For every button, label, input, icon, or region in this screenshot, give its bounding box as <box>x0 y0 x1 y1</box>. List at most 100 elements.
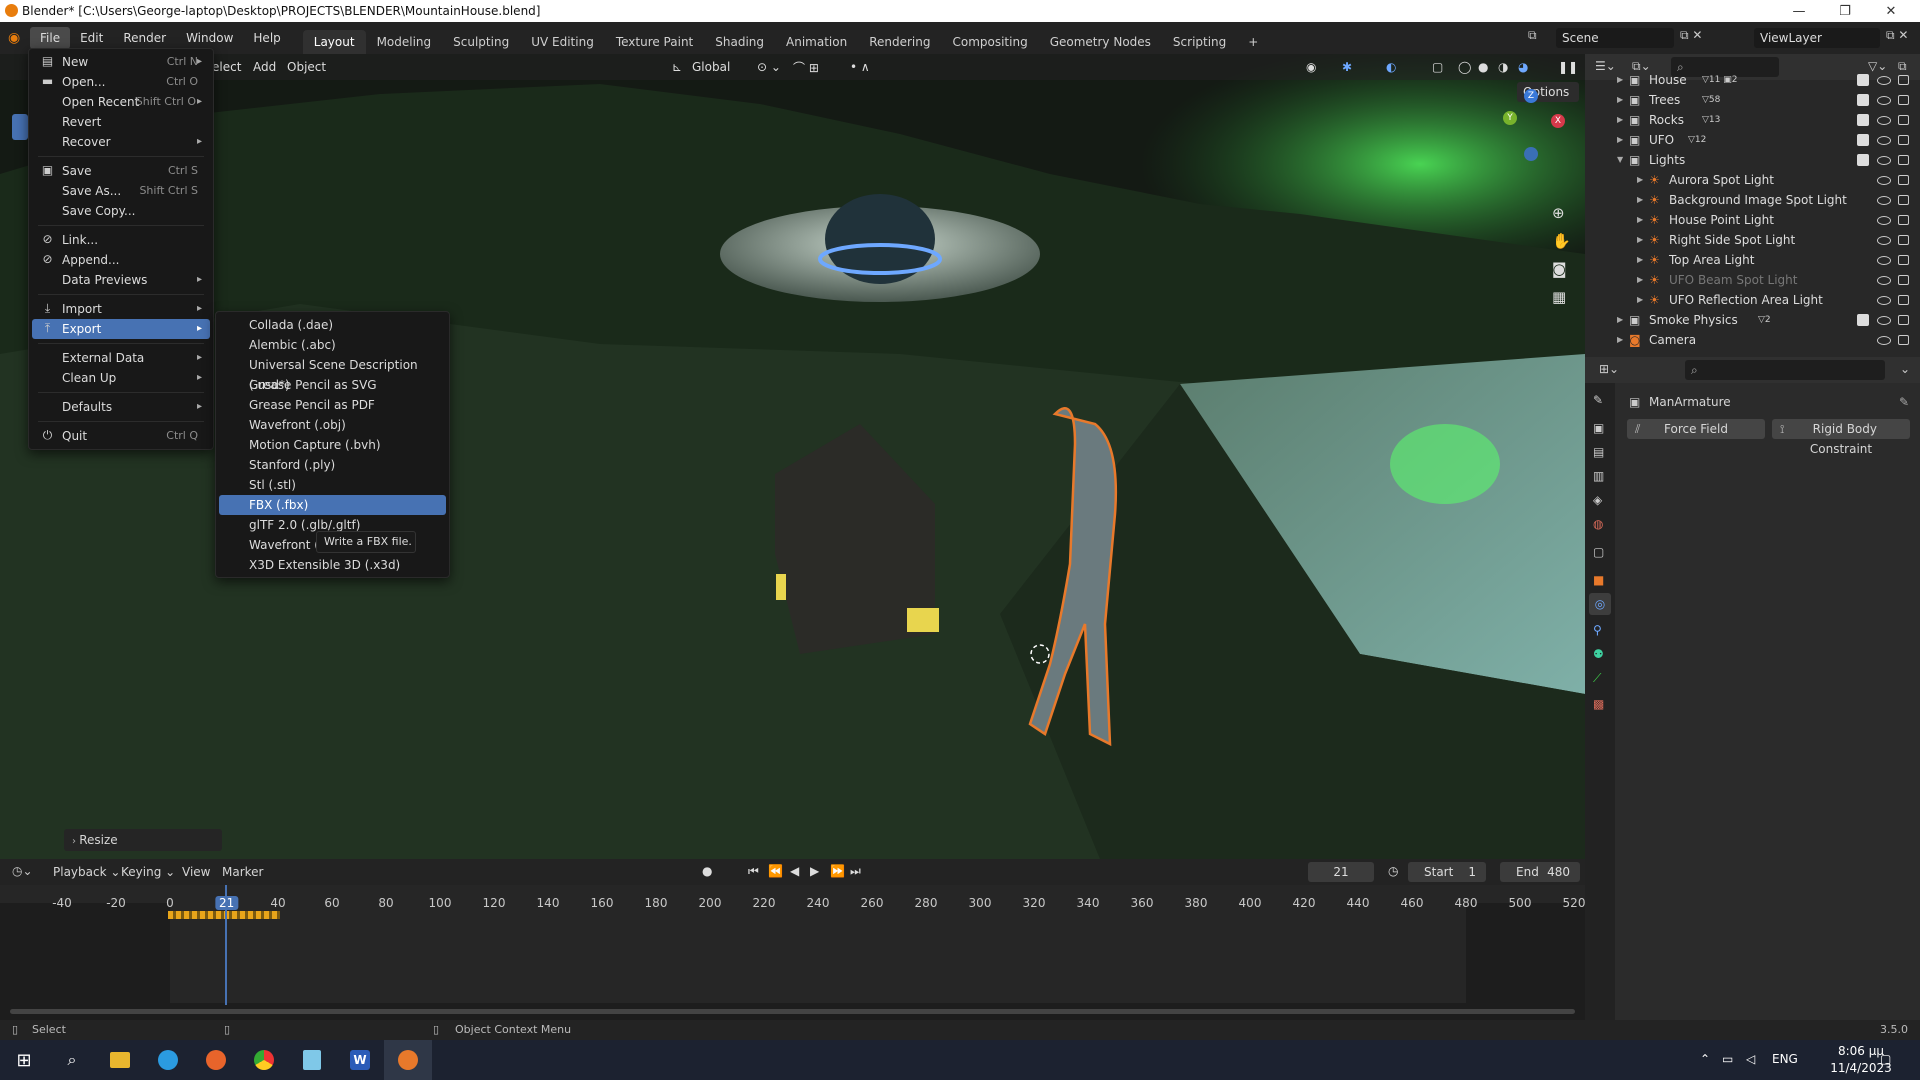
jump-start-icon[interactable]: ⏮ <box>748 864 759 879</box>
visibility-eye-icon[interactable] <box>1877 316 1891 325</box>
chevron-down-icon[interactable]: ▼ <box>1617 150 1623 170</box>
export-wavefront-obj[interactable]: Wavefront (.obj) <box>219 415 446 435</box>
jump-keyframe-forward-icon[interactable]: ⏩ <box>830 864 845 878</box>
outliner-row-aurora-spot-light[interactable]: ▶ ☀ Aurora Spot Light <box>1585 170 1920 190</box>
outliner-row-trees[interactable]: ▶ ▣ Trees ▽58 <box>1585 90 1920 110</box>
jump-end-icon[interactable]: ⏭ <box>850 864 861 879</box>
outliner-row-house[interactable]: ▶ ▣ House ▽11 ▣2 <box>1585 70 1920 90</box>
menu-render[interactable]: Render <box>113 27 176 49</box>
pan-hand-icon[interactable]: ✋ <box>1552 232 1571 250</box>
constraints-tab-icon[interactable]: ⚲ <box>1593 623 1602 637</box>
export-stl[interactable]: Stl (.stl) <box>219 475 446 495</box>
tab-shading[interactable]: Shading <box>704 30 775 54</box>
clock-icon[interactable]: ◷ <box>1388 864 1398 878</box>
axis-y-icon[interactable]: Y <box>1503 111 1517 125</box>
chevron-right-icon[interactable]: ▶ <box>1617 310 1623 330</box>
chevron-right-icon[interactable]: ▶ <box>1637 190 1643 210</box>
menu-item-new[interactable]: ▤ New Ctrl N ▸ <box>32 52 210 72</box>
rigid-body-constraint-button[interactable]: ⟟ Rigid Body Constraint <box>1772 419 1910 456</box>
axis-x-icon[interactable]: X <box>1551 114 1565 128</box>
navigation-gizmo[interactable]: Z X Y <box>1495 89 1565 169</box>
export-grease-pencil-svg[interactable]: Grease Pencil as SVG <box>219 375 446 395</box>
menu-item-append[interactable]: ⊘ Append... <box>32 250 210 270</box>
menu-item-import[interactable]: ⤓ Import ▸ <box>32 299 210 319</box>
tab-animation[interactable]: Animation <box>775 30 858 54</box>
render-visibility-icon[interactable] <box>1898 195 1909 205</box>
render-visibility-icon[interactable] <box>1898 235 1909 245</box>
chevron-right-icon[interactable]: ▶ <box>1637 210 1643 230</box>
export-fbx[interactable]: FBX (.fbx) <box>219 495 446 515</box>
proportional-edit-icon[interactable]: • ∧ <box>850 60 870 74</box>
add-menu[interactable]: Add <box>253 60 276 74</box>
chevron-right-icon[interactable]: ▶ <box>1617 70 1623 90</box>
tab-sculpting[interactable]: Sculpting <box>442 30 520 54</box>
export-alembic[interactable]: Alembic (.abc) <box>219 335 446 355</box>
chevron-down-icon[interactable]: ⌄ <box>1900 362 1910 376</box>
outliner-row-rocks[interactable]: ▶ ▣ Rocks ▽13 <box>1585 110 1920 130</box>
outliner-row-right-side-spot-light[interactable]: ▶ ☀ Right Side Spot Light <box>1585 230 1920 250</box>
render-visibility-icon[interactable] <box>1898 315 1909 325</box>
select-tool-icon[interactable] <box>12 114 28 140</box>
volume-icon[interactable]: ◁ <box>1746 1052 1755 1066</box>
child-count-badge[interactable]: ▽2 <box>1758 310 1771 330</box>
chevron-right-icon[interactable]: ▶ <box>1617 110 1623 130</box>
chevron-right-icon[interactable]: ▶ <box>1637 270 1643 290</box>
editor-type-icon[interactable]: ⊞⌄ <box>1599 362 1619 376</box>
render-visibility-icon[interactable] <box>1898 275 1909 285</box>
visibility-eye-icon[interactable] <box>1877 136 1891 145</box>
outliner-row-lights[interactable]: ▼ ▣ Lights <box>1585 150 1920 170</box>
properties-search-input[interactable]: ⌕ <box>1685 360 1885 380</box>
tab-geometry-nodes[interactable]: Geometry Nodes <box>1039 30 1162 54</box>
gizmo-icon[interactable]: ✱ <box>1342 60 1352 74</box>
transform-orientation-dropdown[interactable]: Global <box>692 60 730 74</box>
bone-tab-icon[interactable]: ⟋ <box>1593 671 1601 686</box>
tab-modeling[interactable]: Modeling <box>366 30 443 54</box>
minimize-icon[interactable]: — <box>1776 0 1822 22</box>
visibility-eye-icon[interactable] <box>1877 76 1891 85</box>
menu-item-data-previews[interactable]: Data Previews ▸ <box>32 270 210 290</box>
tool-tab-icon[interactable]: ✎ <box>1593 393 1603 407</box>
outliner-row-smoke-physics[interactable]: ▶ ▣ Smoke Physics ▽2 <box>1585 310 1920 330</box>
snap-icon[interactable]: ⌒ ⊞ <box>793 59 819 76</box>
visibility-eye-icon[interactable] <box>1877 276 1891 285</box>
perspective-grid-icon[interactable]: ▦ <box>1552 288 1566 306</box>
notepad-icon[interactable] <box>288 1040 336 1080</box>
render-visibility-icon[interactable] <box>1898 95 1909 105</box>
add-workspace-button[interactable]: + <box>1237 30 1269 54</box>
object-tab-icon[interactable]: ■ <box>1593 573 1604 587</box>
file-explorer-icon[interactable] <box>96 1040 144 1080</box>
export-bvh[interactable]: Motion Capture (.bvh) <box>219 435 446 455</box>
tray-chevron-icon[interactable]: ⌃ <box>1700 1052 1710 1066</box>
chevron-right-icon[interactable]: ▶ <box>1617 90 1623 110</box>
play-reverse-icon[interactable]: ◀ <box>790 864 799 878</box>
end-frame-field[interactable]: End 480 <box>1500 862 1580 882</box>
menu-item-quit[interactable]: ⏻ Quit Ctrl Q <box>32 426 210 446</box>
view-menu[interactable]: View <box>182 865 210 879</box>
visibility-icon[interactable]: ◉ <box>1306 60 1316 74</box>
visibility-eye-icon[interactable] <box>1877 116 1891 125</box>
visibility-eye-icon[interactable] <box>1877 96 1891 105</box>
shading-rendered-icon[interactable]: ◕ <box>1518 60 1528 74</box>
blender-menu-icon[interactable]: ◉ <box>8 30 30 46</box>
tab-scripting[interactable]: Scripting <box>1162 30 1237 54</box>
timeline-scrollbar[interactable] <box>10 1009 1575 1014</box>
new-scene-icon[interactable]: ⧉ ✕ <box>1680 28 1702 43</box>
keying-menu[interactable]: Keying ⌄ <box>121 865 175 879</box>
chevron-right-icon[interactable]: ▶ <box>1617 130 1623 150</box>
texture-tab-icon[interactable]: ▩ <box>1593 697 1604 711</box>
close-icon[interactable]: ✕ <box>1868 0 1914 22</box>
menu-item-open[interactable]: ▬ Open... Ctrl O <box>32 72 210 92</box>
render-visibility-icon[interactable] <box>1898 155 1909 165</box>
axis-neg-z-icon[interactable] <box>1524 147 1538 161</box>
view-layer-tab-icon[interactable]: ▥ <box>1593 469 1604 483</box>
chevron-right-icon[interactable]: ▶ <box>1637 250 1643 270</box>
export-usd[interactable]: Universal Scene Description (.usd*) <box>219 355 446 392</box>
render-visibility-icon[interactable] <box>1898 135 1909 145</box>
render-visibility-icon[interactable] <box>1898 335 1909 345</box>
visibility-eye-icon[interactable] <box>1877 156 1891 165</box>
chevron-right-icon[interactable]: ▶ <box>1637 290 1643 310</box>
outliner-row-background-image-spot-light[interactable]: ▶ ☀ Background Image Spot Light <box>1585 190 1920 210</box>
menu-item-link[interactable]: ⊘ Link... <box>32 230 210 250</box>
exclude-checkbox[interactable] <box>1857 134 1869 146</box>
chrome-icon[interactable] <box>240 1040 288 1080</box>
